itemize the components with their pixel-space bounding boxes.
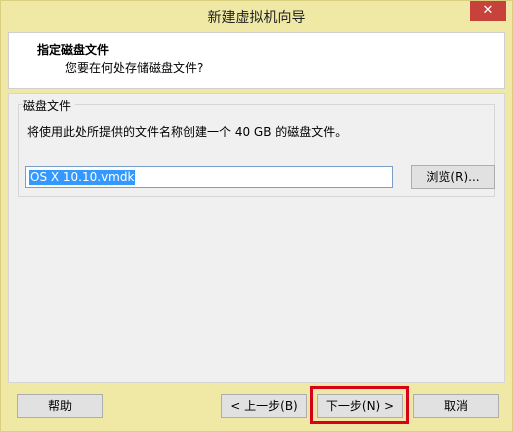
page-subtitle: 您要在何处存储磁盘文件? [65,61,204,75]
group-description: 将使用此处所提供的文件名称创建一个 40 GB 的磁盘文件。 [27,125,348,139]
next-button-highlight [310,386,409,424]
title-bar: 新建虚拟机向导 ✕ [1,1,512,31]
content-panel: 磁盘文件 将使用此处所提供的文件名称创建一个 40 GB 的磁盘文件。 OS X… [8,93,505,383]
help-button[interactable]: 帮助 [17,394,103,418]
close-button[interactable]: ✕ [470,1,506,21]
cancel-button[interactable]: 取消 [413,394,499,418]
browse-button[interactable]: 浏览(R)... [411,165,495,189]
wizard-window: 新建虚拟机向导 ✕ 指定磁盘文件 您要在何处存储磁盘文件? 磁盘文件 将使用此处… [0,0,513,432]
back-button[interactable]: < 上一步(B) [221,394,307,418]
page-title: 指定磁盘文件 [37,43,110,57]
close-icon: ✕ [482,3,494,18]
window-title: 新建虚拟机向导 [207,10,306,26]
disk-file-value: OS X 10.10.vmdk [29,170,136,185]
wizard-footer: 帮助 < 上一步(B) 下一步(N) > 取消 [1,384,512,431]
wizard-header: 指定磁盘文件 您要在何处存储磁盘文件? [8,32,505,89]
disk-file-input[interactable]: OS X 10.10.vmdk [25,166,393,188]
group-legend: 磁盘文件 [23,97,76,114]
